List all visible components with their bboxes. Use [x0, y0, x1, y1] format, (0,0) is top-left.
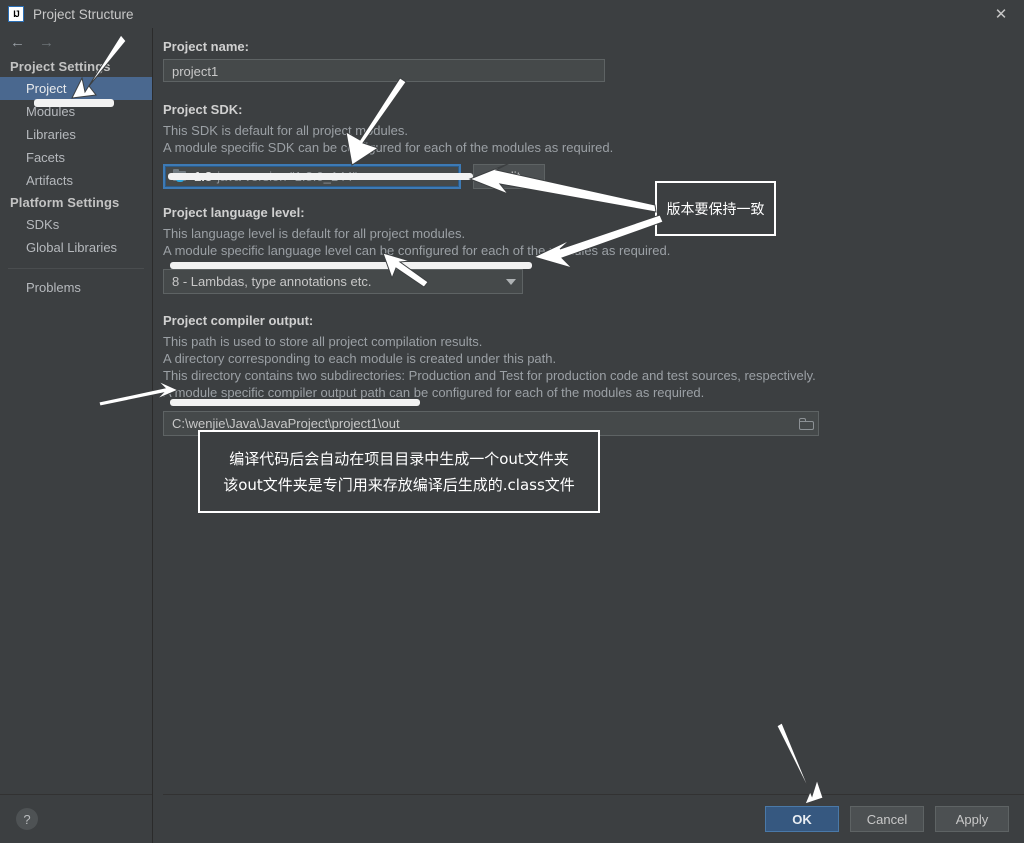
- sidebar-divider: [8, 268, 144, 269]
- main-panel: Project name: project1 Project SDK: This…: [153, 28, 1024, 843]
- compiler-output-desc-line-1: This path is used to store all project c…: [163, 334, 483, 349]
- compiler-output-label: Project compiler output:: [163, 313, 314, 328]
- cancel-button[interactable]: Cancel: [850, 806, 924, 832]
- sidebar-item-libraries[interactable]: Libraries: [0, 123, 152, 146]
- nav-history-bar: ← →: [0, 28, 152, 56]
- sidebar-group-header: Project Settings: [10, 59, 111, 74]
- ok-button[interactable]: OK: [765, 806, 839, 832]
- sidebar-item-sdks[interactable]: SDKs: [0, 213, 152, 236]
- forward-arrow-icon[interactable]: →: [39, 35, 54, 50]
- dialog-body: ← → Project Settings Project Modules Lib…: [0, 28, 1024, 843]
- sidebar-group-header: Platform Settings: [10, 195, 120, 210]
- sidebar-item-project[interactable]: Project: [0, 77, 152, 100]
- project-structure-dialog: IJ Project Structure ✕ ← → Project Setti…: [0, 0, 1024, 843]
- compiler-output-desc-line-2: A directory corresponding to each module…: [163, 351, 557, 366]
- project-name-label: Project name:: [163, 39, 249, 54]
- java-sdk-icon: [173, 169, 188, 183]
- project-name-input[interactable]: project1: [163, 59, 605, 82]
- compiler-output-input[interactable]: C:\wenjie\Java\JavaProject\project1\out: [163, 411, 819, 436]
- apply-button[interactable]: Apply: [935, 806, 1009, 832]
- project-sdk-detail: java version "1.8.0_144": [217, 169, 358, 184]
- settings-content: Project name: project1 Project SDK: This…: [163, 28, 1024, 794]
- language-level-desc-line-1: This language level is default for all p…: [163, 226, 466, 241]
- language-level-label: Project language level:: [163, 205, 305, 220]
- sidebar-footer: ?: [0, 794, 152, 843]
- sidebar-item-artifacts[interactable]: Artifacts: [0, 169, 152, 192]
- title-bar: IJ Project Structure ✕: [0, 0, 1024, 28]
- compiler-output-desc-line-4: A module specific compiler output path c…: [163, 385, 705, 400]
- sidebar: ← → Project Settings Project Modules Lib…: [0, 28, 153, 843]
- close-icon[interactable]: ✕: [978, 0, 1024, 28]
- edit-sdk-button[interactable]: Edit: [473, 164, 545, 189]
- back-arrow-icon[interactable]: ←: [10, 35, 25, 50]
- help-button[interactable]: ?: [16, 808, 38, 830]
- intellij-idea-icon: IJ: [8, 6, 24, 22]
- language-level-value: 8 - Lambdas, type annotations etc.: [172, 274, 372, 289]
- project-sdk-version: 1.8: [194, 169, 213, 184]
- compiler-output-desc-line-3: This directory contains two subdirectori…: [163, 368, 816, 383]
- chevron-down-icon: [506, 278, 516, 285]
- sidebar-item-problems[interactable]: Problems: [0, 276, 152, 299]
- compiler-output-value: C:\wenjie\Java\JavaProject\project1\out: [172, 416, 400, 431]
- sidebar-item-facets[interactable]: Facets: [0, 146, 152, 169]
- compiler-output-section: Project compiler output: This path is us…: [163, 313, 1024, 436]
- project-sdk-desc-line-2: A module specific SDK can be configured …: [163, 140, 614, 155]
- sidebar-group-platform-settings: Platform Settings SDKs Global Libraries: [0, 192, 152, 259]
- project-sdk-desc-line-1: This SDK is default for all project modu…: [163, 123, 408, 138]
- project-sdk-section: Project SDK: This SDK is default for all…: [163, 102, 1024, 189]
- language-level-desc-line-2: A module specific language level can be …: [163, 243, 671, 258]
- sidebar-item-modules[interactable]: Modules: [0, 100, 152, 123]
- window-title: Project Structure: [33, 6, 134, 22]
- sidebar-item-global-libraries[interactable]: Global Libraries: [0, 236, 152, 259]
- compiler-output-row: C:\wenjie\Java\JavaProject\project1\out: [163, 411, 1024, 436]
- sidebar-group-project-settings: Project Settings Project Modules Librari…: [0, 56, 152, 192]
- folder-browse-icon[interactable]: [799, 417, 814, 430]
- language-level-dropdown[interactable]: 8 - Lambdas, type annotations etc.: [163, 269, 523, 294]
- project-name-section: Project name: project1: [163, 39, 1024, 82]
- dialog-footer: OK Cancel Apply: [163, 794, 1024, 843]
- chevron-down-icon: [443, 173, 453, 180]
- project-sdk-row: 1.8 java version "1.8.0_144" Edit: [163, 164, 1024, 189]
- language-level-section: Project language level: This language le…: [163, 205, 1024, 294]
- project-sdk-dropdown[interactable]: 1.8 java version "1.8.0_144": [163, 164, 461, 189]
- project-sdk-label: Project SDK:: [163, 102, 243, 117]
